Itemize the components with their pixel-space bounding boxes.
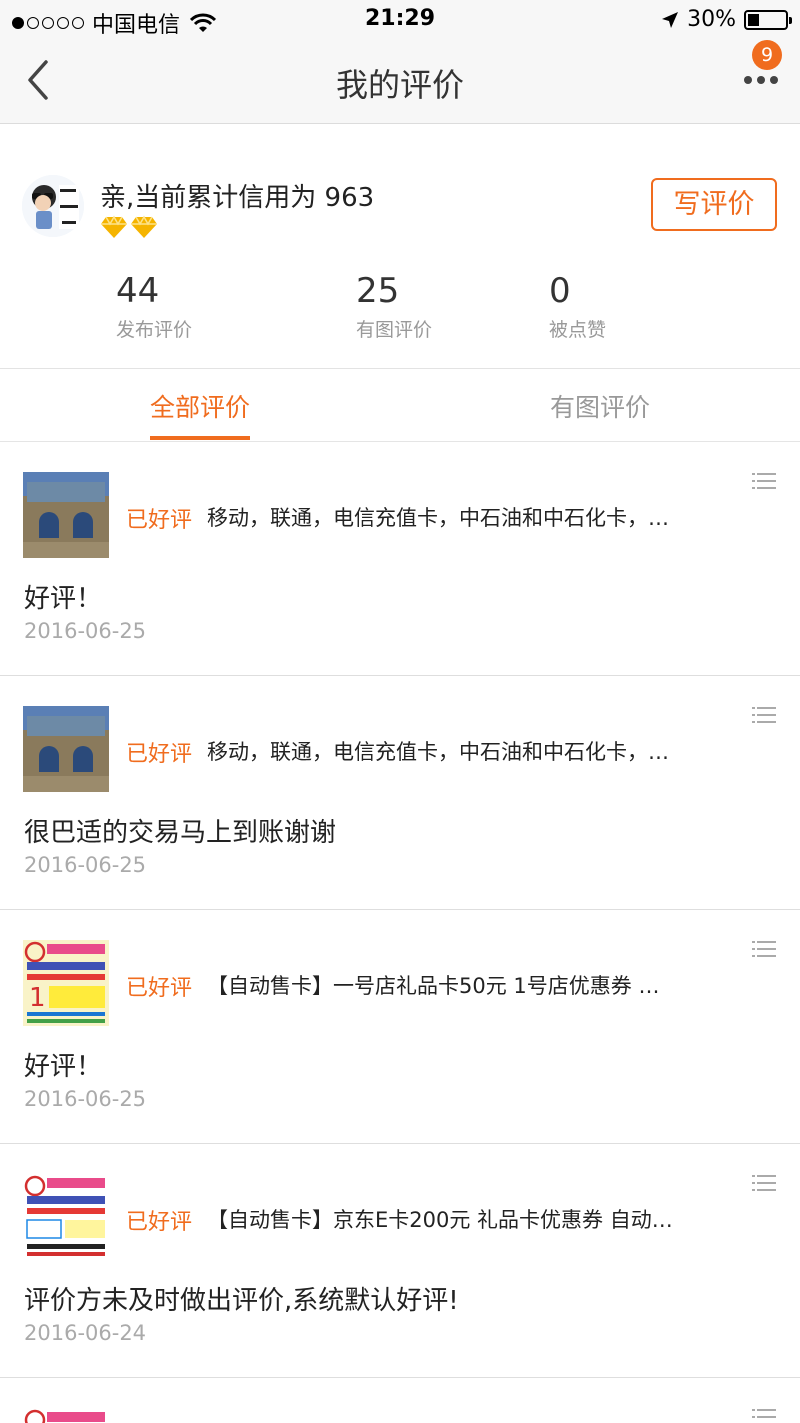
review-item[interactable]: 已好评 【自动售卡】京东E卡200元 礼品卡优惠券 自动发货秒发... 评价方未… [0, 1144, 800, 1378]
tab-all-reviews[interactable]: 全部评价 [150, 388, 250, 424]
product-image: 1 [23, 940, 109, 1026]
product-title[interactable]: 移动，联通，电信充值卡，中石油和中石化卡，游戏点卡，百度知... [207, 502, 677, 532]
review-text: 好评！ [24, 1052, 103, 1082]
product-image [23, 472, 109, 558]
battery-percent: 30% [687, 7, 736, 32]
list-menu-icon[interactable] [752, 706, 776, 724]
credit-level [100, 215, 158, 239]
review-text: 很巴适的交易马上到账谢谢 [24, 818, 337, 848]
more-dot [770, 76, 778, 84]
stat-value: 44 [116, 271, 160, 311]
credit-score-text: 亲,当前累计信用为 963 [100, 183, 375, 213]
list-menu-icon[interactable] [752, 472, 776, 490]
more-dot [744, 76, 752, 84]
product-image [23, 1408, 109, 1423]
tab-photo-reviews[interactable]: 有图评价 [550, 388, 650, 424]
review-date: 2016-06-24 [24, 1321, 147, 1345]
product-title[interactable]: 【自动售卡】京东E卡200元 礼品卡优惠券 自动发货秒发... [207, 1204, 677, 1234]
product-image [23, 1174, 109, 1260]
stat-label: 有图评价 [356, 319, 433, 341]
active-tab-indicator [150, 436, 250, 440]
product-title[interactable]: 移动，联通，电信充值卡，中石油和中石化卡，游戏点卡，百度知... [207, 736, 677, 766]
stat-photo-reviews[interactable]: 25 有图评价 [356, 271, 432, 342]
list-menu-icon[interactable] [752, 940, 776, 958]
product-thumbnail[interactable] [23, 1174, 109, 1260]
write-review-button[interactable]: 写评价 [651, 178, 777, 231]
product-thumbnail[interactable] [23, 472, 109, 558]
product-title[interactable]: 【自动售卡】一号店礼品卡50元 1号店优惠券 自动发货秒发... [207, 970, 677, 1000]
diamond-icon [131, 215, 157, 238]
navigation-bar: 我的评价 9 [0, 40, 800, 124]
battery-level [748, 13, 759, 26]
location-arrow-icon [662, 11, 679, 28]
diamond-icon [101, 215, 127, 238]
page-title: 我的评价 [335, 66, 464, 104]
svg-text:1: 1 [29, 983, 46, 1013]
review-text: 好评！ [24, 584, 103, 614]
review-item[interactable]: 1 已好评 【自动售卡】一号店礼品卡50元 1号店优惠券 自动发货秒发... 好… [0, 910, 800, 1144]
stat-likes-received[interactable]: 0 被点赞 [549, 271, 606, 342]
profile-summary: 亲,当前累计信用为 963 写评价 44 发布评价 25 有图评价 0 被点赞 [0, 125, 800, 369]
stat-label: 被点赞 [549, 319, 607, 341]
avatar[interactable] [22, 175, 84, 237]
review-text: 评价方未及时做出评价,系统默认好评! [24, 1286, 459, 1316]
more-options-button[interactable] [744, 76, 778, 84]
review-status: 已好评 [126, 1210, 193, 1235]
notification-badge: 9 [752, 40, 782, 70]
product-thumbnail[interactable] [23, 1408, 109, 1423]
list-menu-icon[interactable] [752, 1174, 776, 1192]
system-indicators: 30% [661, 7, 792, 32]
review-date: 2016-06-25 [24, 853, 147, 877]
avatar-image [22, 175, 84, 237]
product-image [23, 706, 109, 792]
review-item[interactable]: 已好评 移动，联通，电信充值卡，中石油和中石化卡，游戏点卡，百度知... 很巴适… [0, 676, 800, 910]
more-dot [757, 76, 765, 84]
status-bar: 中国电信 21:29 30% [0, 0, 800, 40]
review-tabs: 全部评价 有图评价 [0, 370, 800, 442]
stat-label: 发布评价 [116, 319, 193, 341]
review-item[interactable]: 已好评 移动，联通，电信充值卡，中石油和中石化卡，游戏点卡，百度知... 好评！… [0, 442, 800, 676]
stat-value: 0 [549, 271, 571, 311]
stat-value: 25 [356, 271, 400, 311]
review-item[interactable] [0, 1378, 800, 1423]
review-status: 已好评 [126, 508, 193, 533]
stat-published-reviews[interactable]: 44 发布评价 [116, 271, 192, 342]
product-thumbnail[interactable]: 1 [23, 940, 109, 1026]
list-menu-icon[interactable] [752, 1408, 776, 1423]
product-thumbnail[interactable] [23, 706, 109, 792]
review-status: 已好评 [126, 742, 193, 767]
battery-icon [744, 9, 792, 30]
review-date: 2016-06-25 [24, 619, 147, 643]
review-date: 2016-06-25 [24, 1087, 147, 1111]
review-status: 已好评 [126, 976, 193, 1001]
